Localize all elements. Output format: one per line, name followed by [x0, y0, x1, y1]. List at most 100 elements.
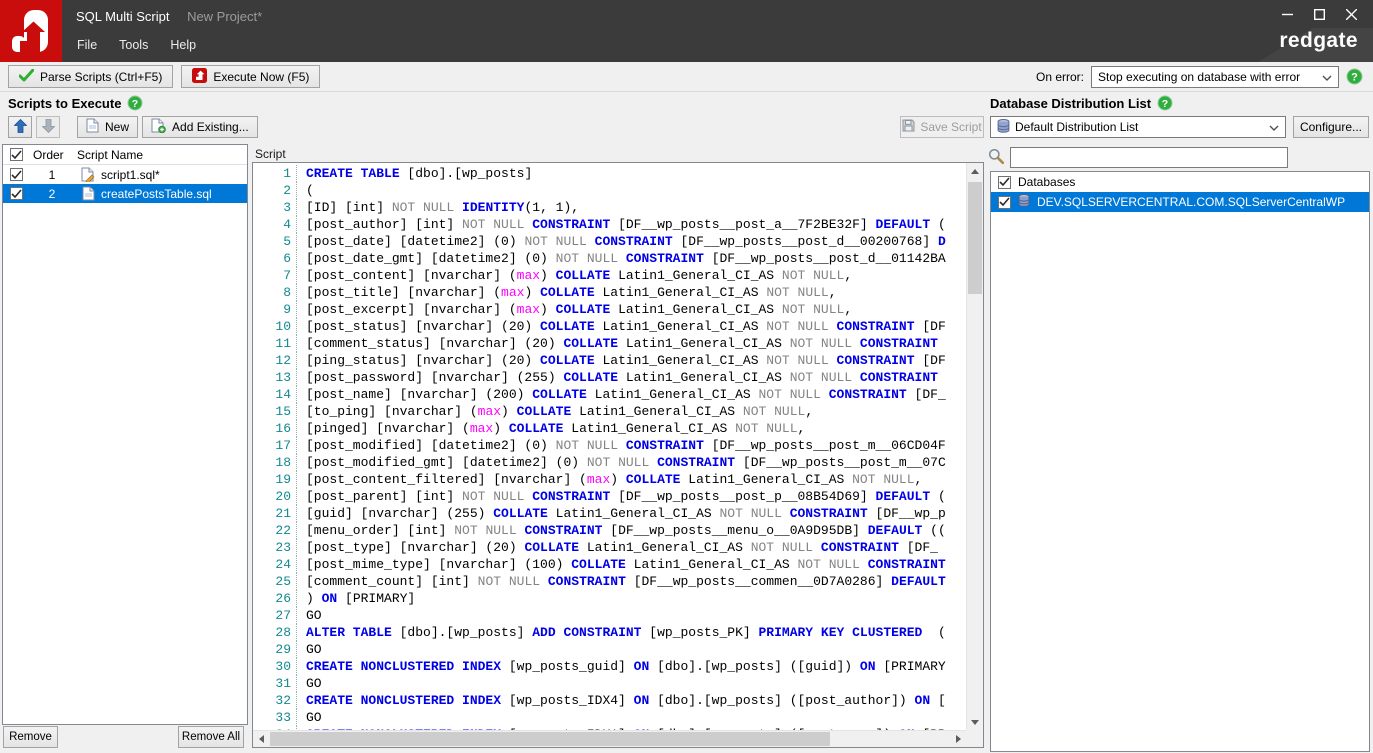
save-script-button[interactable]: Save Script: [900, 116, 984, 138]
close-button[interactable]: [1335, 0, 1367, 28]
code-line: 18[post_modified_gmt] [datetime2] (0) NO…: [253, 454, 966, 471]
scripts-toolbar: New Add Existing...: [8, 116, 258, 138]
new-document-icon: [86, 118, 99, 136]
code-line: 33GO: [253, 709, 966, 726]
code-line: 28ALTER TABLE [dbo].[wp_posts] ADD CONST…: [253, 624, 966, 641]
configure-button[interactable]: Configure...: [1293, 116, 1369, 138]
chevron-down-icon: [1322, 70, 1332, 84]
script-row[interactable]: 1 script1.sql*: [3, 165, 247, 184]
column-header-order[interactable]: Order: [29, 148, 75, 162]
menu-help[interactable]: Help: [159, 33, 207, 57]
vertical-scrollbar[interactable]: [966, 163, 983, 730]
database-tree: Databases DEV.SQLSERVERCENTRAL.COM.SQLSe…: [990, 171, 1370, 752]
tree-item-database[interactable]: DEV.SQLSERVERCENTRAL.COM.SQLServerCentra…: [991, 192, 1369, 212]
minimize-button[interactable]: [1271, 0, 1303, 28]
code-line: 29GO: [253, 641, 966, 658]
code-line: 22[menu_order] [int] NOT NULL CONSTRAINT…: [253, 522, 966, 539]
scroll-left-arrow[interactable]: [253, 731, 269, 747]
code-line: 14[post_name] [nvarchar] (200) COLLATE L…: [253, 386, 966, 403]
db-panel-title: Database Distribution List ?: [990, 95, 1174, 112]
code-line: 27GO: [253, 607, 966, 624]
sql-code-area[interactable]: 1CREATE TABLE [dbo].[wp_posts]2(3[ID] [i…: [253, 165, 966, 730]
tree-root-databases[interactable]: Databases: [991, 172, 1369, 192]
parse-scripts-button[interactable]: Parse Scripts (Ctrl+F5): [8, 65, 173, 88]
scripts-table: Order Script Name 1 script1.sql* 2 creat…: [2, 144, 248, 725]
scrollbar-corner: [966, 730, 983, 747]
sql-editor[interactable]: 1CREATE TABLE [dbo].[wp_posts]2(3[ID] [i…: [252, 162, 984, 748]
window-controls: [1271, 0, 1367, 28]
remove-all-button[interactable]: Remove All: [178, 726, 244, 748]
scripts-panel-title: Scripts to Execute ?: [8, 95, 144, 112]
column-header-script-name[interactable]: Script Name: [75, 148, 247, 162]
redgate-brand-logo: redgate: [1279, 29, 1358, 53]
search-icon: [988, 148, 1005, 168]
help-icon[interactable]: ?: [1346, 68, 1363, 85]
chevron-down-icon: [1269, 120, 1279, 134]
code-line: 24[post_mime_type] [nvarchar] (100) COLL…: [253, 556, 966, 573]
code-line: 7[post_content] [nvarchar] (max) COLLATE…: [253, 267, 966, 284]
arrow-down-icon: [42, 119, 55, 136]
menubar: File Tools Help: [66, 33, 207, 57]
svg-text:?: ?: [132, 98, 138, 110]
database-checkbox[interactable]: [998, 196, 1011, 209]
code-line: 5[post_date] [datetime2] (0) NOT NULL CO…: [253, 233, 966, 250]
menu-file[interactable]: File: [66, 33, 108, 57]
help-icon[interactable]: ?: [1157, 95, 1174, 112]
code-line: 9[post_excerpt] [nvarchar] (max) COLLATE…: [253, 301, 966, 318]
code-line: 16[pinged] [nvarchar] (max) COLLATE Lati…: [253, 420, 966, 437]
code-line: 19[post_content_filtered] [nvarchar] (ma…: [253, 471, 966, 488]
code-line: 3[ID] [int] NOT NULL IDENTITY(1, 1),: [253, 199, 966, 216]
code-line: 21[guid] [nvarchar] (255) COLLATE Latin1…: [253, 505, 966, 522]
code-line: 15[to_ping] [nvarchar] (max) COLLATE Lat…: [253, 403, 966, 420]
project-title: New Project*: [187, 9, 262, 24]
scripts-table-header: Order Script Name: [3, 145, 247, 165]
add-existing-button[interactable]: Add Existing...: [142, 116, 258, 138]
distribution-list-select[interactable]: Default Distribution List: [990, 116, 1286, 138]
remove-button[interactable]: Remove: [3, 726, 58, 748]
script-checkbox[interactable]: [10, 168, 23, 181]
redgate-app-logo-icon: [0, 0, 62, 62]
code-line: 2(: [253, 182, 966, 199]
move-down-button[interactable]: [36, 116, 60, 138]
scroll-down-arrow[interactable]: [967, 714, 983, 730]
floppy-disk-icon: [902, 119, 915, 135]
code-line: 17[post_modified] [datetime2] (0) NOT NU…: [253, 437, 966, 454]
databases-checkbox[interactable]: [998, 176, 1011, 189]
database-search-input[interactable]: [1010, 147, 1288, 168]
code-line: 10[post_status] [nvarchar] (20) COLLATE …: [253, 318, 966, 335]
new-script-button[interactable]: New: [77, 116, 138, 138]
code-line: 23[post_type] [nvarchar] (20) COLLATE La…: [253, 539, 966, 556]
code-line: 30CREATE NONCLUSTERED INDEX [wp_posts_gu…: [253, 658, 966, 675]
code-line: 26) ON [PRIMARY]: [253, 590, 966, 607]
select-all-checkbox[interactable]: [10, 148, 23, 161]
menu-tools[interactable]: Tools: [108, 33, 159, 57]
database-icon: [1018, 194, 1030, 210]
code-line: 1CREATE TABLE [dbo].[wp_posts]: [253, 165, 966, 182]
titlebar: SQL Multi Script New Project* File Tools…: [0, 0, 1373, 62]
execute-redgate-icon: [192, 68, 207, 86]
database-stack-icon: [997, 119, 1010, 136]
main-toolbar: Parse Scripts (Ctrl+F5) Execute Now (F5)…: [0, 62, 1373, 92]
maximize-button[interactable]: [1303, 0, 1335, 28]
script-row-selected[interactable]: 2 createPostsTable.sql: [3, 184, 247, 203]
horizontal-scroll-thumb[interactable]: [270, 732, 830, 746]
svg-text:?: ?: [1351, 72, 1358, 84]
script-checkbox[interactable]: [10, 187, 23, 200]
on-error-select[interactable]: Stop executing on database with error: [1091, 66, 1339, 88]
script-panel-label: Script: [255, 147, 286, 161]
horizontal-scrollbar[interactable]: [253, 730, 966, 747]
code-line: 4[post_author] [int] NOT NULL CONSTRAINT…: [253, 216, 966, 233]
code-line: 13[post_password] [nvarchar] (255) COLLA…: [253, 369, 966, 386]
add-document-icon: [151, 118, 166, 136]
move-up-button[interactable]: [8, 116, 32, 138]
app-title: SQL Multi Script: [76, 9, 169, 24]
help-icon[interactable]: ?: [127, 95, 144, 112]
scroll-up-arrow[interactable]: [967, 163, 983, 179]
vertical-scroll-thumb[interactable]: [968, 182, 982, 294]
code-line: 31GO: [253, 675, 966, 692]
scroll-right-arrow[interactable]: [950, 731, 966, 747]
code-line: 6[post_date_gmt] [datetime2] (0) NOT NUL…: [253, 250, 966, 267]
svg-text:?: ?: [1162, 98, 1168, 110]
code-line: 8[post_title] [nvarchar] (max) COLLATE L…: [253, 284, 966, 301]
execute-now-button[interactable]: Execute Now (F5): [181, 65, 320, 88]
